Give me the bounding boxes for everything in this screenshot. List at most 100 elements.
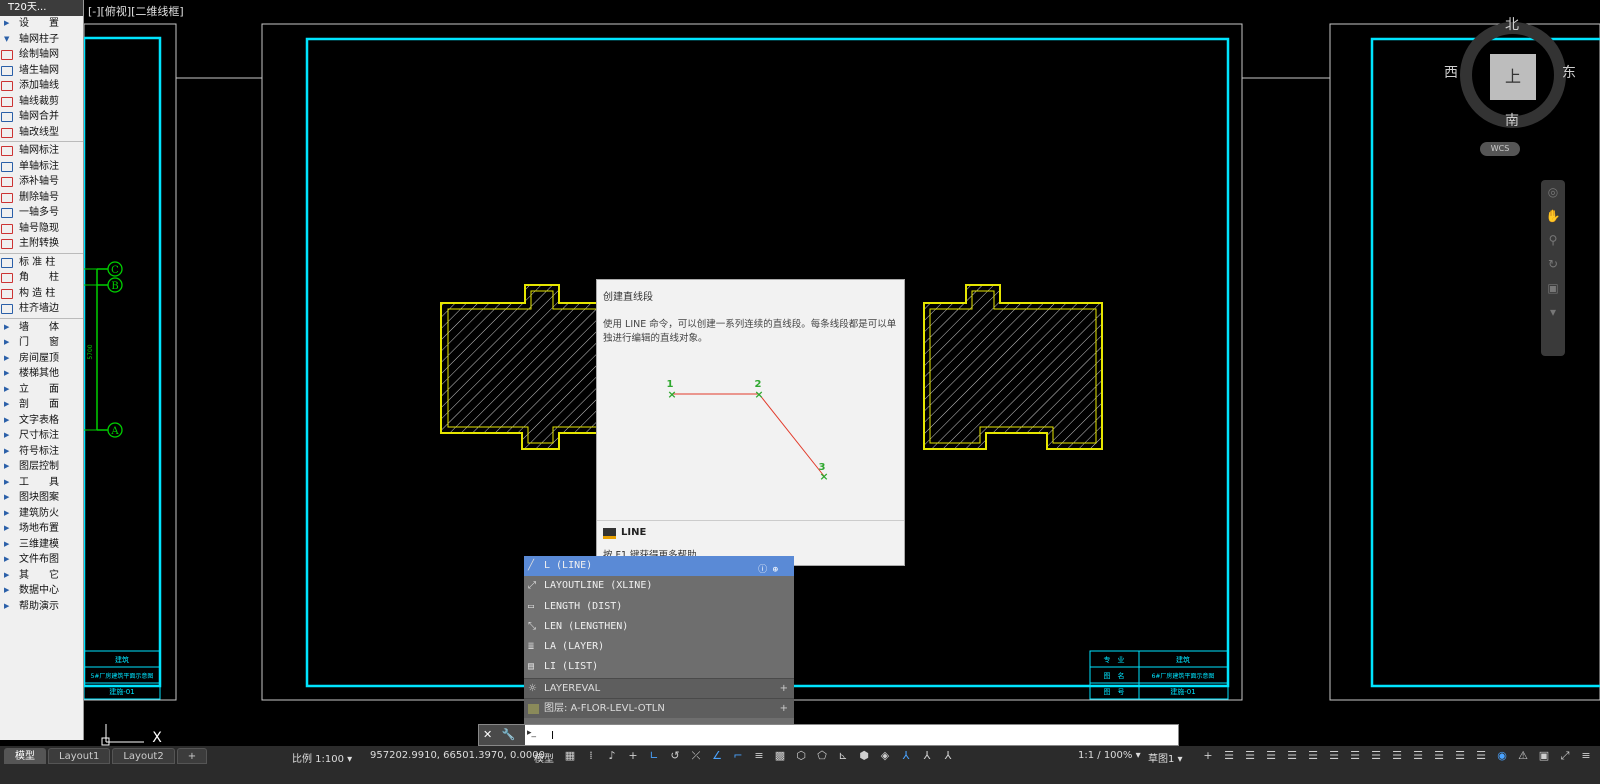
ortho-icon[interactable]: ∟ xyxy=(646,748,662,764)
clean-screen-icon[interactable]: ☰ xyxy=(1326,748,1342,764)
side-menu-item[interactable]: 构 造 柱 xyxy=(0,286,83,302)
side-menu-item[interactable]: 添补轴号 xyxy=(0,174,83,190)
t20-setting-icon-6[interactable]: ☰ xyxy=(1452,748,1468,764)
snap-icon[interactable]: ⁞ xyxy=(583,748,599,764)
selection-filter-icon[interactable]: ⬢ xyxy=(856,748,872,764)
lock-ui-icon[interactable]: ☰ xyxy=(1263,748,1279,764)
fullscreen-icon[interactable]: ⤢ xyxy=(1557,748,1573,764)
side-menu-item[interactable]: 墙生轴网 xyxy=(0,63,83,79)
side-menu-item[interactable]: 轴号隐现 xyxy=(0,221,83,237)
transparency-icon[interactable]: ▩ xyxy=(772,748,788,764)
nav-menu-icon[interactable]: ▾ xyxy=(1541,300,1565,324)
side-menu-item[interactable]: ▶ 设 置 xyxy=(0,16,83,32)
side-menu-item[interactable]: ▶ 工 具 xyxy=(0,475,83,491)
autocomplete-item[interactable]: ⤢ LAYOUTLINE (XLINE) xyxy=(524,576,794,596)
side-menu-item[interactable]: 添加轴线 xyxy=(0,78,83,94)
t20-setting-icon-5[interactable]: ☰ xyxy=(1431,748,1447,764)
side-menu-item[interactable]: 删除轴号 xyxy=(0,190,83,206)
viewcube-south[interactable]: 南 xyxy=(1505,110,1519,130)
side-menu-item[interactable]: ▶ 帮助演示 xyxy=(0,599,83,615)
gizmo-icon[interactable]: ◈ xyxy=(877,748,893,764)
osnap-tracking-icon[interactable]: ∠ xyxy=(709,748,725,764)
side-menu-item[interactable]: ▶ 三维建模 xyxy=(0,537,83,553)
side-menu-item[interactable]: ▶ 剖 面 xyxy=(0,397,83,413)
units-icon[interactable]: ☰ xyxy=(1221,748,1237,764)
side-menu-item[interactable]: ▶ 墙 体 xyxy=(0,320,83,336)
side-menu-item[interactable]: ▶ 场地布置 xyxy=(0,521,83,537)
autocomplete-item[interactable]: ╱ L (LINE) ⓘ ⊕ xyxy=(524,556,794,577)
expand-icon[interactable]: + xyxy=(780,699,788,719)
side-menu-item[interactable]: 柱齐墙边 xyxy=(0,301,83,317)
side-menu-item[interactable]: ▼ 轴网柱子 xyxy=(0,32,83,48)
side-menu-item[interactable]: 轴网标注 xyxy=(0,143,83,159)
model-space-toggle[interactable]: 模型 xyxy=(534,750,554,765)
notification-icon[interactable]: ⚠ xyxy=(1515,748,1531,764)
viewcube-top-face[interactable]: 上 xyxy=(1490,54,1536,100)
side-menu-item[interactable]: ▶ 文件布图 xyxy=(0,552,83,568)
autocomplete-item[interactable]: ⤡ LEN (LENGTHEN) xyxy=(524,617,794,637)
3d-osnap-icon[interactable]: ⬠ xyxy=(814,748,830,764)
isolate-objects-icon[interactable]: ☰ xyxy=(1284,748,1300,764)
graphics-performance-icon[interactable]: ◉ xyxy=(1494,748,1510,764)
annotation-visibility-icon[interactable]: ⅄ xyxy=(898,748,914,764)
layout-tab[interactable]: Layout2 xyxy=(112,748,175,764)
customize-icon[interactable]: 🔧 xyxy=(502,728,516,741)
quick-properties-icon[interactable]: ☰ xyxy=(1242,748,1258,764)
side-menu-item[interactable]: 轴线裁剪 xyxy=(0,94,83,110)
side-menu-item[interactable]: 主附转换 xyxy=(0,236,83,252)
scale-selector[interactable]: 比例 1:100 ▾ xyxy=(292,750,352,765)
side-menu-item[interactable]: ▶ 建筑防火 xyxy=(0,506,83,522)
t20-setting-icon-3[interactable]: ☰ xyxy=(1389,748,1405,764)
side-menu-item[interactable]: ▶ 尺寸标注 xyxy=(0,428,83,444)
side-menu-title[interactable]: T20天... xyxy=(0,0,83,16)
close-icon[interactable]: ✕ xyxy=(483,728,492,741)
customization-icon[interactable]: ≡ xyxy=(1578,748,1594,764)
side-menu-item[interactable]: 轴改线型 xyxy=(0,125,83,141)
hardware-accel-icon[interactable]: ☰ xyxy=(1305,748,1321,764)
side-menu-item[interactable]: ▶ 楼梯其他 xyxy=(0,366,83,382)
side-menu-item[interactable]: ▶ 文字表格 xyxy=(0,413,83,429)
annotation-scale-icon[interactable]: ⅄ xyxy=(940,748,956,764)
command-prompt-icon[interactable]: ▸_ xyxy=(527,728,547,742)
pan-icon[interactable]: ✋ xyxy=(1541,204,1565,228)
side-menu-item[interactable]: ▶ 门 窗 xyxy=(0,335,83,351)
showmotion-icon[interactable]: ▣ xyxy=(1541,276,1565,300)
viewcube-east[interactable]: 东 xyxy=(1562,62,1576,82)
selection-cycling-icon[interactable]: ⬡ xyxy=(793,748,809,764)
grid-icon[interactable]: ▦ xyxy=(562,748,578,764)
command-input[interactable] xyxy=(551,726,1171,744)
layout-tab[interactable]: 模型 xyxy=(4,748,46,764)
auto-scale-icon[interactable]: ⅄ xyxy=(919,748,935,764)
autocomplete-item[interactable]: ▤ LI (LIST) xyxy=(524,657,794,677)
t20-setting-icon-2[interactable]: ☰ xyxy=(1368,748,1384,764)
side-menu-item[interactable]: ▶ 图层控制 xyxy=(0,459,83,475)
zoom-icon[interactable]: ⚲ xyxy=(1541,228,1565,252)
side-menu-item[interactable]: 轴网合并 xyxy=(0,109,83,125)
osnap-icon[interactable]: ⌐ xyxy=(730,748,746,764)
side-menu-item[interactable]: ▶ 房间屋顶 xyxy=(0,351,83,367)
infer-icon[interactable]: ♪ xyxy=(604,748,620,764)
lineweight-icon[interactable]: ≡ xyxy=(751,748,767,764)
side-menu-item[interactable]: 标 准 柱 xyxy=(0,255,83,271)
dynamic-input-icon[interactable]: + xyxy=(625,748,641,764)
expand-icon[interactable]: + xyxy=(780,679,788,699)
side-menu-item[interactable]: ▶ 其 它 xyxy=(0,568,83,584)
workspace-selector[interactable]: 草图1 ▾ xyxy=(1148,750,1183,765)
wcs-menu[interactable]: WCS xyxy=(1480,142,1520,156)
t20-setting-icon-7[interactable]: ☰ xyxy=(1473,748,1489,764)
isodraft-icon[interactable]: ⤫ xyxy=(688,748,704,764)
orbit-icon[interactable]: ↻ xyxy=(1541,252,1565,276)
layout-tab[interactable]: + xyxy=(176,748,208,764)
t20-setting-icon-1[interactable]: ☰ xyxy=(1347,748,1363,764)
layout-tab[interactable]: Layout1 xyxy=(48,748,111,764)
side-menu-item[interactable]: ▶ 符号标注 xyxy=(0,444,83,460)
viewcube-west[interactable]: 西 xyxy=(1444,62,1458,82)
dynamic-ucs-icon[interactable]: ⊾ xyxy=(835,748,851,764)
viewcube-north[interactable]: 北 xyxy=(1505,14,1519,34)
polar-icon[interactable]: ↺ xyxy=(667,748,683,764)
t20-setting-icon-4[interactable]: ☰ xyxy=(1410,748,1426,764)
side-menu-item[interactable]: 角 柱 xyxy=(0,270,83,286)
autocomplete-item[interactable]: ≣ LA (LAYER) xyxy=(524,637,794,657)
autocomplete-item[interactable]: ▭ LENGTH (DIST) xyxy=(524,597,794,617)
coordinates-readout[interactable]: 957202.9910, 66501.3970, 0.0000 xyxy=(370,750,545,761)
